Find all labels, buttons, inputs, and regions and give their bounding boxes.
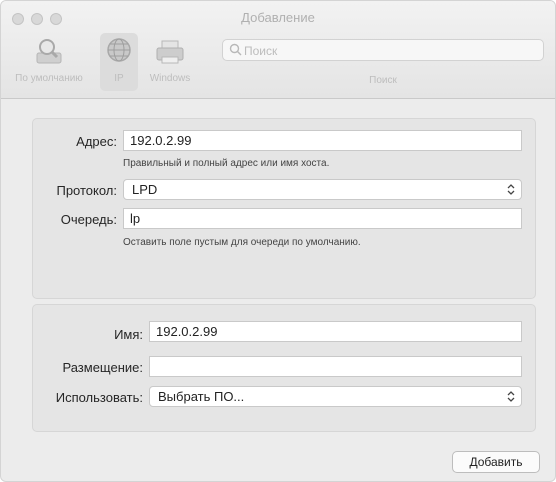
- globe-icon: [107, 38, 131, 62]
- name-field[interactable]: 192.0.2.99: [149, 321, 522, 342]
- search-placeholder: Поиск: [244, 44, 278, 58]
- search-field[interactable]: Поиск: [222, 39, 544, 61]
- tab-windows-label: Windows: [149, 73, 191, 84]
- tab-ip-label: IP: [114, 73, 124, 84]
- toolbar: Добавление По умолчанию IP Windows Поиск…: [1, 1, 555, 99]
- queue-hint: Оставить поле пустым для очереди по умол…: [123, 237, 361, 248]
- search-icon: [229, 43, 242, 56]
- add-printer-window: Добавление По умолчанию IP Windows Поиск…: [0, 0, 556, 482]
- location-field[interactable]: [149, 356, 522, 377]
- address-field[interactable]: 192.0.2.99: [123, 130, 522, 151]
- queue-label: Очередь:: [60, 212, 117, 227]
- search-label: Поиск: [369, 75, 397, 86]
- add-button[interactable]: Добавить: [452, 451, 540, 473]
- magnifier-printer-icon: [36, 39, 62, 64]
- protocol-select[interactable]: LPD: [123, 179, 522, 200]
- use-value: Выбрать ПО...: [158, 389, 245, 404]
- window-title: Добавление: [241, 10, 315, 25]
- tab-windows[interactable]: Windows: [143, 35, 197, 93]
- queue-field[interactable]: lp: [123, 208, 522, 229]
- protocol-label: Протокол:: [56, 183, 117, 198]
- chevron-updown-icon: [507, 391, 515, 402]
- printer-icon: [156, 40, 184, 64]
- location-label: Размещение:: [62, 360, 143, 375]
- address-hint: Правильный и полный адрес или имя хоста.: [123, 158, 330, 169]
- name-label: Имя:: [114, 327, 143, 342]
- tab-ip[interactable]: IP: [100, 33, 138, 93]
- use-select[interactable]: Выбрать ПО...: [149, 386, 522, 407]
- chevron-updown-icon: [507, 184, 515, 195]
- use-label: Использовать:: [55, 390, 143, 405]
- tab-default[interactable]: По умолчанию: [3, 35, 95, 93]
- protocol-value: LPD: [132, 182, 158, 197]
- tab-default-label: По умолчанию: [15, 73, 83, 84]
- address-label: Адрес:: [76, 134, 117, 149]
